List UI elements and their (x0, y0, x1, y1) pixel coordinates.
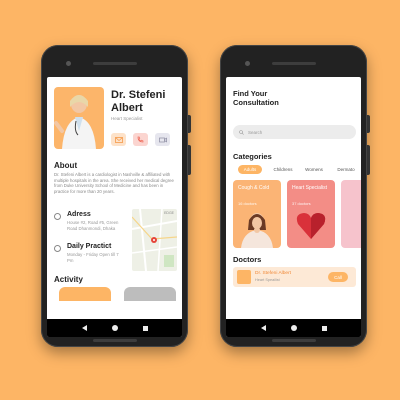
clock-icon (54, 245, 61, 252)
home-icon[interactable] (111, 325, 118, 331)
doctor-item-name: Dr. Stefeni Albert (255, 271, 291, 276)
activity-card-2[interactable] (124, 287, 176, 301)
about-title: About (54, 161, 78, 170)
chip-dermato[interactable]: Dermato (332, 165, 360, 174)
search-input[interactable]: Search (233, 125, 356, 139)
chip-womens[interactable]: Womens (302, 165, 326, 174)
doctor-list-item[interactable]: Dr. Stefeni Albert Heart Speailist Call (233, 267, 356, 287)
volume-button (188, 145, 191, 175)
page-title: Find Your Consultation (233, 89, 279, 107)
doctor-profile-screen: Dr. Stefeni Albert Heart Specialist Abou… (47, 77, 182, 337)
doctor-avatar (237, 270, 251, 284)
doctor-item-role: Heart Speailist (255, 278, 280, 282)
power-button (188, 115, 191, 133)
mail-icon (114, 136, 123, 143)
phone-button[interactable] (133, 133, 148, 146)
address-title: Adress (67, 211, 91, 218)
android-navbar (47, 319, 182, 337)
call-button[interactable]: Call (328, 272, 348, 282)
map-label: EDGE (164, 211, 174, 215)
category-card-partial[interactable] (341, 180, 361, 248)
card-title: Heart Specialist (292, 185, 328, 191)
phone-icon (137, 136, 144, 143)
back-icon[interactable] (81, 325, 87, 331)
power-button (367, 115, 370, 133)
category-card-cough[interactable]: Cough & Cold 16 doctors (233, 180, 281, 248)
front-camera (245, 61, 250, 66)
earpiece (93, 62, 137, 65)
location-icon (54, 213, 61, 220)
daily-title: Daily Practict (67, 243, 112, 250)
earpiece (272, 62, 316, 65)
android-navbar (226, 319, 361, 337)
card-count: 16 doctors (238, 201, 257, 206)
mail-button[interactable] (111, 133, 126, 146)
doctor-role: Heart Specialist (111, 116, 143, 121)
front-camera (66, 61, 71, 66)
volume-button (367, 145, 370, 175)
category-card-heart[interactable]: Heart Specialist 37 doctors (287, 180, 335, 248)
bottom-speaker (272, 339, 316, 342)
card-count: 37 doctors (292, 201, 311, 206)
consultation-screen: Find Your Consultation Search Categories… (226, 77, 361, 337)
search-placeholder: Search (248, 129, 263, 135)
doctor-name: Dr. Stefeni Albert (111, 89, 166, 114)
doctors-title: Doctors (233, 255, 262, 264)
bottom-speaker (93, 339, 137, 342)
card-title: Cough & Cold (238, 185, 270, 191)
activity-title: Activity (54, 275, 83, 284)
address-text: House #2, Road #5, Green Road Dhanmondi,… (67, 220, 119, 231)
daily-text: Monday - Friday Open till 7 Pm (67, 252, 119, 263)
search-icon (239, 129, 244, 135)
heart-icon (296, 213, 326, 239)
video-button[interactable] (155, 133, 170, 146)
phone-right: Find Your Consultation Search Categories… (220, 45, 370, 347)
chip-adults[interactable]: Adults (238, 165, 262, 174)
recent-apps-icon[interactable] (321, 325, 327, 331)
patient-illustration (241, 213, 273, 248)
phone-left: Dr. Stefeni Albert Heart Specialist Abou… (41, 45, 191, 347)
location-map[interactable]: EDGE (132, 209, 177, 271)
recent-apps-icon[interactable] (142, 325, 148, 331)
chip-childrens[interactable]: Childrens (269, 165, 297, 174)
categories-title: Categories (233, 152, 272, 161)
about-text: Dr. Stefeni Albert is a cardiologist in … (54, 172, 174, 194)
doctor-photo (54, 87, 104, 149)
home-icon[interactable] (290, 325, 297, 331)
back-icon[interactable] (260, 325, 266, 331)
activity-card-1[interactable] (59, 287, 111, 301)
video-icon (158, 137, 167, 142)
